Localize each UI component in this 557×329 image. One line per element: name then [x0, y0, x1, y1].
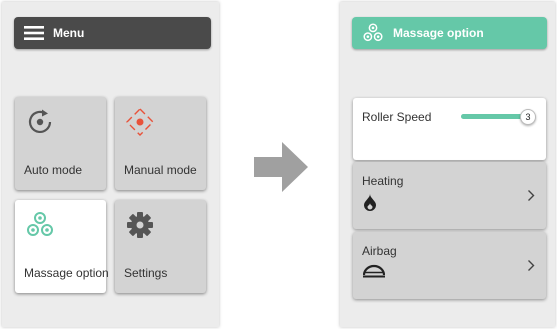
massage-circles-icon — [25, 210, 55, 245]
hamburger-icon[interactable] — [24, 25, 44, 41]
roller-speed-row: Roller Speed 3 — [353, 98, 546, 160]
tile-label: Massage option — [24, 266, 109, 280]
heating-label: Heating — [362, 174, 404, 188]
chevron-right-icon — [527, 189, 535, 207]
tile-label: Settings — [124, 266, 168, 280]
massage-option-screen: Massage option Roller Speed 3 Heating Ai… — [340, 2, 555, 327]
airbag-row[interactable]: Airbag — [353, 232, 546, 299]
massage-circles-icon — [362, 22, 384, 44]
tile-settings[interactable]: Settings — [115, 200, 206, 293]
heating-row[interactable]: Heating — [353, 162, 546, 229]
massage-option-header: Massage option — [352, 17, 547, 49]
airbag-label: Airbag — [362, 244, 397, 258]
airbag-dome-icon — [362, 264, 386, 283]
tile-label: Auto mode — [24, 163, 83, 177]
gear-icon — [125, 210, 155, 245]
flame-drop-icon — [363, 194, 377, 216]
massage-option-title: Massage option — [393, 26, 484, 40]
roller-speed-slider-knob[interactable]: 3 — [520, 109, 536, 125]
tile-manual-mode[interactable]: Manual mode — [115, 97, 206, 190]
tile-label: Manual mode — [124, 163, 197, 177]
menu-header: Menu — [14, 17, 211, 49]
manual-target-icon — [125, 107, 155, 142]
tile-auto-mode[interactable]: Auto mode — [15, 97, 106, 190]
chevron-right-icon — [527, 259, 535, 277]
menu-title: Menu — [53, 26, 85, 40]
roller-speed-slider[interactable] — [461, 114, 529, 119]
roller-speed-slider-fill — [461, 114, 529, 119]
right-arrow-icon — [254, 142, 308, 197]
menu-screen: Menu Auto mode Manual mode Massage optio… — [2, 2, 219, 327]
auto-rotate-icon — [25, 107, 55, 142]
roller-speed-label: Roller Speed — [362, 110, 432, 124]
tile-massage-option[interactable]: Massage option — [15, 200, 109, 293]
